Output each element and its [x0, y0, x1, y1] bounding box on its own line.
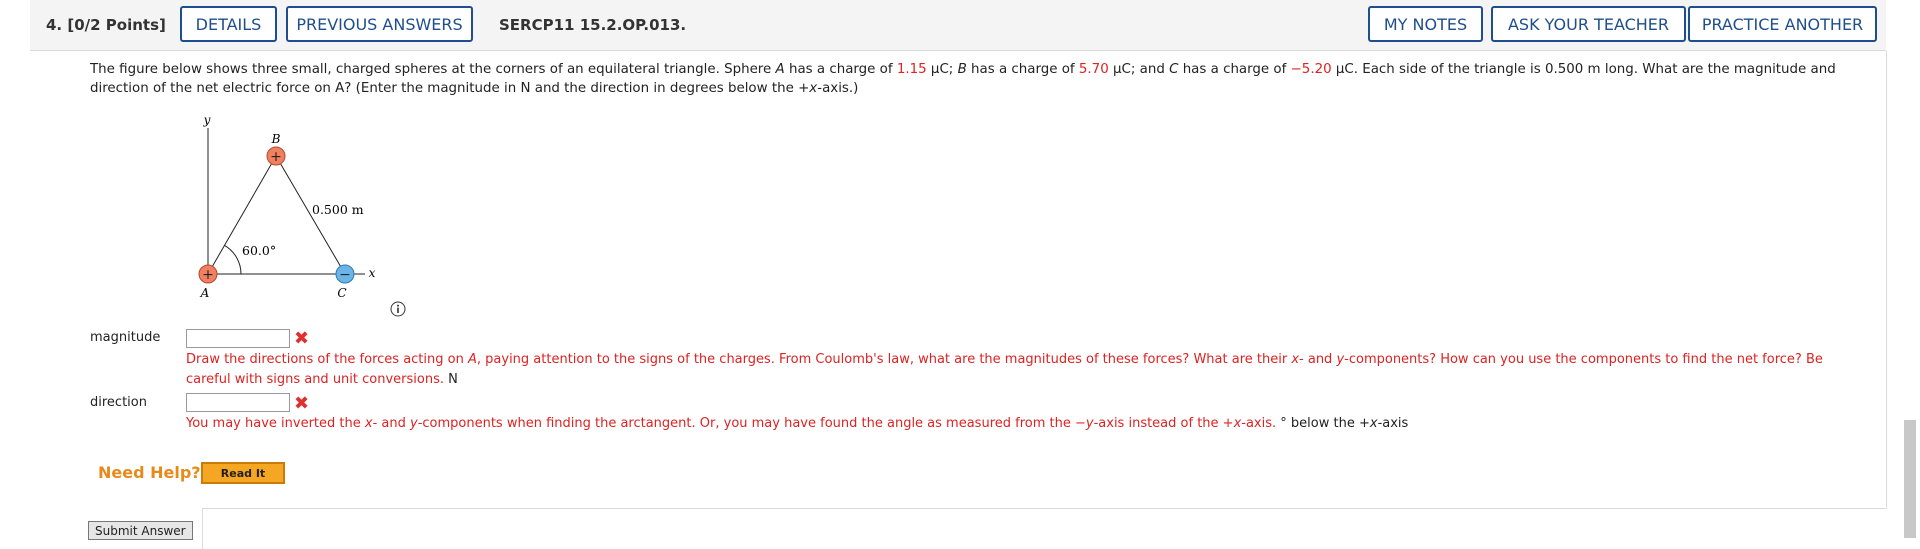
problem-text: The figure below shows three small, char… — [90, 62, 776, 77]
details-button[interactable]: DETAILS — [180, 6, 277, 42]
problem-text: -axis.) — [817, 80, 859, 96]
need-help-label: Need Help? — [98, 463, 201, 482]
practice-another-button[interactable]: PRACTICE ANOTHER — [1688, 6, 1877, 42]
magnitude-unit: N — [444, 371, 458, 387]
feedback-text: y — [409, 416, 418, 431]
x-axis-label: x — [369, 266, 376, 280]
feedback-text: Draw the directions of the forces acting… — [186, 352, 468, 367]
my-notes-button[interactable]: MY NOTES — [1368, 6, 1483, 42]
sphere-b-sign: + — [270, 149, 282, 165]
magnitude-label: magnitude — [90, 330, 161, 345]
feedback-text: y — [1085, 416, 1094, 431]
problem-text: has a charge of — [1178, 62, 1291, 77]
sphere-c-sign: − — [339, 267, 351, 283]
problem-text: has a charge of — [784, 62, 897, 77]
feedback-text: -components when finding the arctangent.… — [417, 416, 1086, 431]
angle-arc — [224, 244, 242, 275]
charge-a-value: 1.15 — [896, 62, 927, 77]
previous-answers-button[interactable]: PREVIOUS ANSWERS — [286, 6, 473, 42]
feedback-text: x — [364, 416, 373, 431]
unit-text: x — [1369, 416, 1378, 431]
question-number: 4. [0/2 Points] — [46, 16, 166, 34]
problem-text: μC; — [926, 62, 958, 77]
magnitude-input[interactable] — [186, 329, 290, 348]
triangle-figure: y x 60.0° 0.500 m + B + A − C — [198, 113, 376, 300]
label-c: C — [337, 286, 346, 300]
problem-statement: The figure below shows three small, char… — [90, 61, 1880, 98]
magnitude-feedback: Draw the directions of the forces acting… — [186, 350, 1846, 389]
problem-text: has a charge of — [966, 62, 1079, 77]
sphere-b-ref: B — [957, 62, 967, 77]
incorrect-icon: ✖ — [294, 328, 310, 349]
sphere-a-sign: + — [202, 267, 214, 283]
feedback-text: y — [1336, 352, 1345, 367]
info-icon[interactable] — [390, 301, 406, 317]
y-axis-label: y — [203, 113, 211, 127]
charge-b-value: 5.70 — [1078, 62, 1109, 77]
scrollbar-thumb[interactable] — [1904, 420, 1916, 538]
incorrect-icon: ✖ — [294, 393, 310, 414]
direction-label: direction — [90, 395, 147, 410]
feedback-text: x — [1291, 352, 1300, 367]
sphere-a-ref: A — [775, 62, 785, 77]
label-b: B — [271, 132, 281, 146]
feedback-text: - and — [1299, 352, 1337, 367]
charge-c-value: −5.20 — [1290, 62, 1332, 77]
feedback-text: A — [467, 352, 477, 367]
unit-text: ° below the + — [1276, 416, 1370, 431]
read-it-button[interactable]: Read It — [201, 462, 285, 484]
next-panel-edge — [202, 508, 1887, 549]
feedback-text: , paying attention to the signs of the c… — [476, 352, 1292, 367]
direction-feedback: You may have inverted the x- and y-compo… — [186, 414, 1846, 434]
direction-input[interactable] — [186, 393, 290, 412]
submit-answer-button[interactable]: Submit Answer — [88, 521, 193, 540]
feedback-text: -axis instead of the + — [1093, 416, 1234, 431]
feedback-text: - and — [372, 416, 410, 431]
problem-text: μC; and — [1108, 62, 1170, 77]
direction-unit: ° below the +x-axis — [1276, 416, 1408, 431]
label-a: A — [200, 286, 210, 300]
feedback-text: You may have inverted the — [186, 416, 365, 431]
angle-label: 60.0° — [242, 243, 276, 258]
side-length-label: 0.500 m — [312, 202, 364, 217]
question-code: SERCP11 15.2.OP.013. — [499, 16, 687, 34]
feedback-text: -axis. — [1241, 416, 1277, 431]
unit-text: -axis — [1377, 416, 1409, 431]
ask-your-teacher-button[interactable]: ASK YOUR TEACHER — [1491, 6, 1686, 42]
